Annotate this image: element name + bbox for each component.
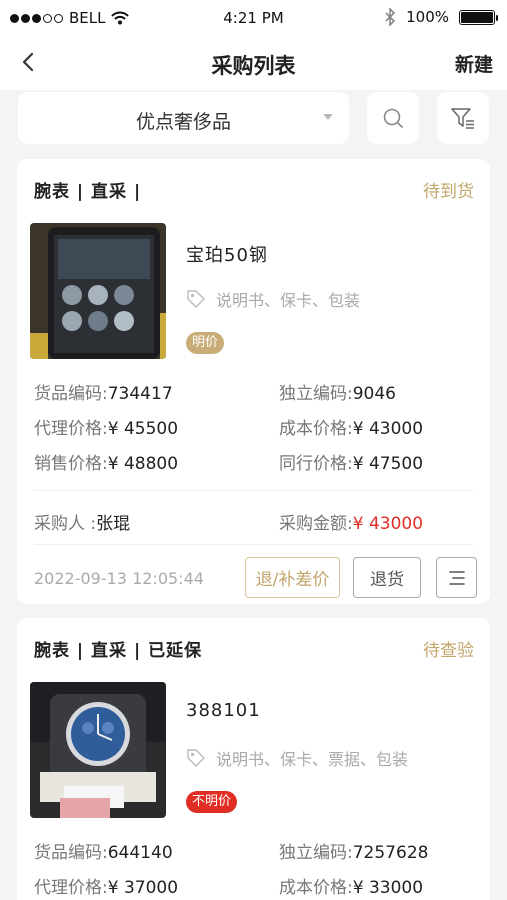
order-card[interactable]: 腕表 | 直采 | 待到货 宝珀50钢 说明书、保卡、包装 明价 货品编码:73… (17, 159, 490, 604)
goods-code: 货品编码:734417 (34, 384, 173, 404)
order-card[interactable]: 腕表 | 直采 | 已延保 待查验 388101 说明书、保卡、票据、包装 不明… (17, 618, 490, 900)
tag-icon (187, 290, 205, 308)
accessories-text: 说明书、保卡、票据、包装 (216, 750, 409, 769)
buyer: 采购人 :张琨 (34, 514, 131, 534)
search-button[interactable] (367, 92, 419, 144)
tag-icon (187, 749, 205, 767)
sale-price: 销售价格:¥ 48800 (34, 454, 179, 474)
bluetooth-icon (385, 8, 396, 26)
accessories-line: 说明书、保卡、票据、包装 (186, 746, 408, 770)
store-select[interactable]: 优点奢侈品 (18, 92, 349, 144)
agent-price: 代理价格:¥ 37000 (34, 878, 179, 898)
search-row: 优点奢侈品 (0, 90, 507, 150)
peer-price: 同行价格:¥ 47500 (279, 454, 424, 474)
divider (34, 490, 473, 491)
price-badge: 明价 (186, 332, 225, 354)
cost-price: 成本价格:¥ 33000 (279, 878, 424, 898)
order-datetime: 2022-09-13 12:05:44 (34, 569, 204, 588)
purchase-amount: 采购金额:¥ 43000 (279, 514, 424, 534)
more-menu-button[interactable] (436, 557, 477, 598)
caret-down-icon (323, 114, 333, 120)
status-right: 100% (384, 8, 498, 26)
order-status: 待到货 (423, 182, 474, 202)
battery-percent: 100% (406, 8, 449, 26)
product-image[interactable] (30, 682, 166, 818)
cost-price: 成本价格:¥ 43000 (279, 419, 424, 439)
page-title: 采购列表 (211, 54, 296, 78)
goods-code: 货品编码:644140 (34, 843, 173, 863)
filter-icon (451, 108, 474, 129)
refund-difference-button[interactable]: 退/补差价 (245, 557, 340, 598)
product-name: 宝珀50钢 (186, 245, 268, 266)
battery-icon (459, 9, 498, 25)
new-button[interactable]: 新建 (455, 50, 493, 77)
product-name: 388101 (186, 700, 261, 721)
order-status: 待查验 (423, 641, 474, 661)
menu-lines-icon (448, 570, 465, 585)
divider (34, 544, 473, 545)
navigation-bar: 采购列表 新建 (0, 34, 507, 90)
order-category: 腕表 | 直采 | 已延保 (34, 641, 203, 661)
store-select-value: 优点奢侈品 (135, 111, 231, 133)
order-category: 腕表 | 直采 | (34, 182, 142, 202)
unique-code: 独立编码:9046 (279, 384, 396, 404)
agent-price: 代理价格:¥ 45500 (34, 419, 179, 439)
accessories-line: 说明书、保卡、包装 (186, 287, 360, 311)
unique-code: 独立编码:7257628 (279, 843, 429, 863)
search-icon (383, 108, 403, 128)
return-button[interactable]: 退货 (353, 557, 421, 598)
status-bar: BELL 4:21 PM 100% (0, 0, 507, 34)
filter-button[interactable] (437, 92, 489, 144)
accessories-text: 说明书、保卡、包装 (216, 291, 361, 310)
product-image[interactable] (30, 223, 166, 359)
price-badge: 不明价 (186, 791, 238, 813)
